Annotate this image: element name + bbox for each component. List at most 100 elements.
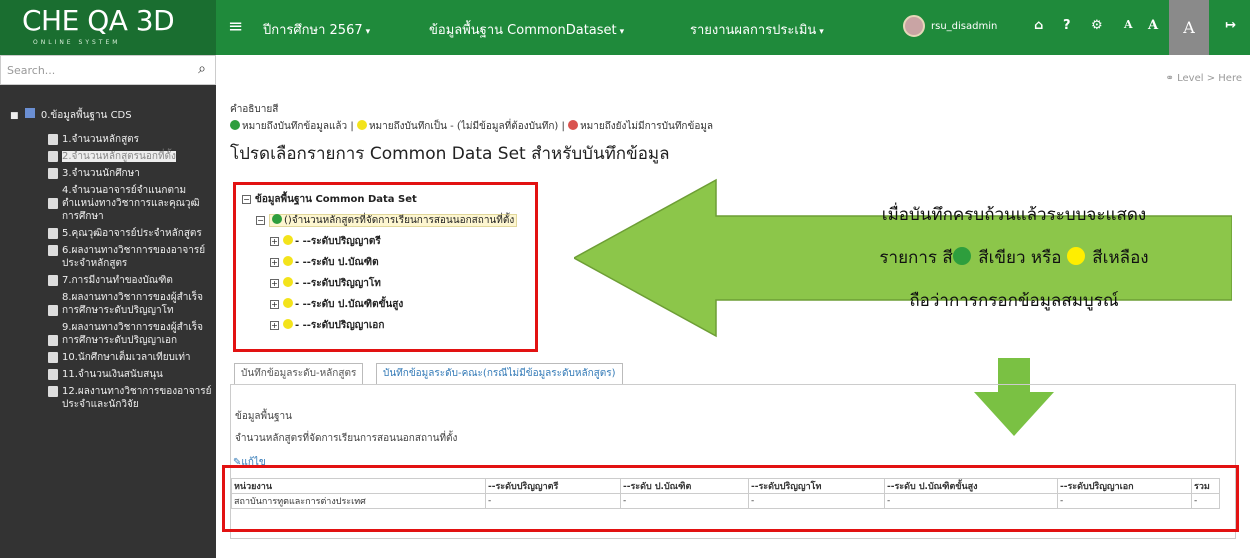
expand-icon: + — [270, 300, 279, 309]
callout-text: เมื่อบันทึกครบถ้วนแล้วระบบจะแสดง รายการ … — [879, 205, 1149, 311]
breadcrumb-here: Here — [1218, 73, 1242, 84]
yellow-dot-icon — [283, 298, 293, 308]
column-header: --ระดับ ป.บัณฑิตขั้นสูง — [884, 478, 1058, 494]
settings-icon[interactable]: ⚙ — [1091, 18, 1103, 33]
yellow-dot-icon — [283, 256, 293, 266]
menu-evaluation-report[interactable]: รายงานผลการประเมิน ▾ — [690, 19, 824, 40]
file-icon — [48, 305, 58, 316]
tab-faculty-level[interactable]: บันทึกข้อมูลระดับ-คณะ(กรณีไม่มีข้อมูลระด… — [376, 363, 623, 385]
column-header: --ระดับปริญญาโท — [748, 478, 885, 494]
collapse-icon: − — [256, 216, 265, 225]
cds-tree-child[interactable]: + - --ระดับ ป.บัณฑิต — [242, 252, 529, 273]
logo-subtitle: ONLINE SYSTEM — [33, 39, 121, 46]
yellow-dot-icon — [283, 277, 293, 287]
sidebar-item-1[interactable]: 1.จำนวนหลักสูตร — [10, 133, 216, 146]
sidebar-tree: ■ 0.ข้อมูลพื้นฐาน CDS 1.จำนวนหลักสูตร 2.… — [10, 107, 216, 415]
table-cell: - — [884, 493, 1058, 509]
cds-tree-child[interactable]: + - --ระดับปริญญาเอก — [242, 315, 529, 336]
sidebar-item-7[interactable]: 7.การมีงานทำของบัณฑิต — [10, 274, 216, 287]
file-icon — [48, 168, 58, 179]
yellow-dot-icon — [283, 235, 293, 245]
file-icon — [48, 386, 58, 397]
sidebar-item-12[interactable]: 12.ผลงานทางวิชาการของอาจารย์ประจำและนักว… — [10, 385, 216, 411]
yellow-dot-icon — [1066, 247, 1085, 265]
table-header-row: หน่วยงาน --ระดับปริญญาตรี --ระดับ ป.บัณฑ… — [231, 478, 1220, 494]
breadcrumb: ⚭ Level > Here — [1165, 73, 1242, 84]
file-icon — [48, 275, 58, 286]
sidebar-item-6[interactable]: 6.ผลงานทางวิชาการของอาจารย์ประจำหลักสูตร — [10, 244, 216, 270]
table-row: สถาบันการทูตและการต่างประเทศ - - - - - - — [231, 493, 1220, 509]
column-header: --ระดับปริญญาตรี — [485, 478, 621, 494]
column-header: --ระดับปริญญาเอก — [1057, 478, 1192, 494]
table-cell: - — [748, 493, 885, 509]
help-icon[interactable]: ? — [1063, 18, 1071, 33]
cds-tree-child[interactable]: + - --ระดับ ป.บัณฑิตขั้นสูง — [242, 294, 529, 315]
sidebar-root-label: 0.ข้อมูลพื้นฐาน CDS — [40, 110, 132, 121]
sidebar-item-4[interactable]: 4.จำนวนอาจารย์จำแนกตามตำแหน่งทางวิชาการแ… — [10, 184, 216, 223]
menu-academic-year[interactable]: ปีการศึกษา 2567 ▾ — [263, 19, 370, 40]
table-cell: - — [1057, 493, 1192, 509]
cds-tree-highlight: − ข้อมูลพื้นฐาน Common Data Set − ()จำนวนห… — [233, 182, 538, 352]
file-icon — [48, 369, 58, 380]
green-dot-icon — [272, 214, 282, 224]
sidebar: Search... ⌕ ■ 0.ข้อมูลพื้นฐาน CDS 1.จำนว… — [0, 55, 216, 558]
sidebar-item-9[interactable]: 9.ผลงานทางวิชาการของผู้สำเร็จการศึกษาระด… — [10, 321, 216, 347]
font-small-icon[interactable]: A — [1124, 18, 1133, 31]
panel-label: ข้อมูลพื้นฐาน — [235, 411, 292, 422]
red-dot-icon — [568, 120, 579, 130]
user-avatar-icon[interactable] — [903, 15, 925, 37]
home-icon[interactable]: ⌂ — [1034, 18, 1043, 33]
table-cell: - — [620, 493, 749, 509]
legend-title: คำอธิบายสี — [230, 104, 279, 115]
yellow-dot-icon — [283, 319, 293, 329]
font-large-icon[interactable]: A — [1169, 0, 1209, 55]
expand-icon: + — [270, 279, 279, 288]
green-dot-icon — [952, 247, 971, 265]
menu-toggle-icon[interactable]: ≡ — [228, 16, 243, 37]
logout-icon[interactable]: ↦ — [1225, 18, 1236, 33]
folder-icon — [24, 108, 35, 118]
search-input[interactable]: Search... ⌕ — [0, 55, 216, 85]
cds-tree-child[interactable]: + - --ระดับปริญญาตรี — [242, 231, 529, 252]
table-cell: - — [1191, 493, 1220, 509]
horizontal-scrollbar[interactable] — [230, 534, 1236, 538]
table-cell: สถาบันการทูตและการต่างประเทศ — [231, 493, 486, 509]
collapse-icon[interactable]: ■ — [10, 111, 19, 121]
cds-tree-child[interactable]: + - --ระดับปริญญาโท — [242, 273, 529, 294]
green-dot-icon — [230, 120, 240, 130]
tab-program-level[interactable]: บันทึกข้อมูลระดับ-หลักสูตร — [234, 363, 364, 385]
breadcrumb-level[interactable]: Level — [1177, 73, 1203, 84]
column-header: รวม — [1191, 478, 1220, 494]
file-icon — [48, 228, 58, 239]
file-icon — [48, 335, 58, 346]
logo-area[interactable]: CHE QA 3D ONLINE SYSTEM — [0, 0, 216, 55]
level-icon: ⚭ — [1165, 73, 1174, 84]
main-content: ⚭ Level > Here คำอธิบายสี หมายถึงบันทึกข… — [216, 55, 1250, 558]
sidebar-root-item[interactable]: ■ 0.ข้อมูลพื้นฐาน CDS — [10, 107, 216, 125]
search-icon[interactable]: ⌕ — [198, 61, 206, 77]
file-icon — [48, 151, 58, 162]
expand-icon: + — [270, 258, 279, 267]
yellow-dot-icon — [356, 120, 367, 130]
file-icon — [48, 352, 58, 363]
cds-tree-selected[interactable]: − ()จำนวนหลักสูตรที่จัดการเรียนการสอนนอกส… — [242, 210, 529, 231]
logo: CHE QA 3D — [22, 4, 175, 37]
sidebar-item-5[interactable]: 5.คุณวุฒิอาจารย์ประจำหลักสูตร — [10, 227, 216, 240]
sidebar-item-11[interactable]: 11.จำนวนเงินสนับสนุน — [10, 368, 216, 381]
table-highlight: หน่วยงาน --ระดับปริญญาตรี --ระดับ ป.บัณฑ… — [222, 465, 1239, 532]
sidebar-item-10[interactable]: 10.นักศึกษาเต็มเวลาเทียบเท่า — [10, 351, 216, 364]
collapse-icon: − — [242, 195, 251, 204]
sidebar-item-8[interactable]: 8.ผลงานทางวิชาการของผู้สำเร็จการศึกษาระด… — [10, 291, 216, 317]
font-medium-icon[interactable]: A — [1148, 18, 1158, 33]
file-icon — [48, 198, 58, 209]
data-panel: ข้อมูลพื้นฐาน จำนวนหลักสูตรที่จัดการเรีย… — [222, 384, 1239, 539]
sidebar-item-2[interactable]: 2.จำนวนหลักสูตรนอกที่ตั้ง — [10, 150, 216, 163]
data-table: หน่วยงาน --ระดับปริญญาตรี --ระดับ ป.บัณฑ… — [231, 478, 1220, 509]
expand-icon: + — [270, 321, 279, 330]
menu-common-dataset[interactable]: ข้อมูลพื้นฐาน CommonDataset ▾ — [429, 19, 624, 40]
sidebar-item-3[interactable]: 3.จำนวนนักศึกษา — [10, 167, 216, 180]
color-legend: หมายถึงบันทึกข้อมูลแล้ว | หมายถึงบันทึกเ… — [230, 119, 713, 134]
username[interactable]: rsu_disadmin — [931, 21, 997, 32]
search-placeholder: Search... — [7, 64, 56, 77]
cds-tree-root[interactable]: − ข้อมูลพื้นฐาน Common Data Set — [242, 189, 529, 210]
